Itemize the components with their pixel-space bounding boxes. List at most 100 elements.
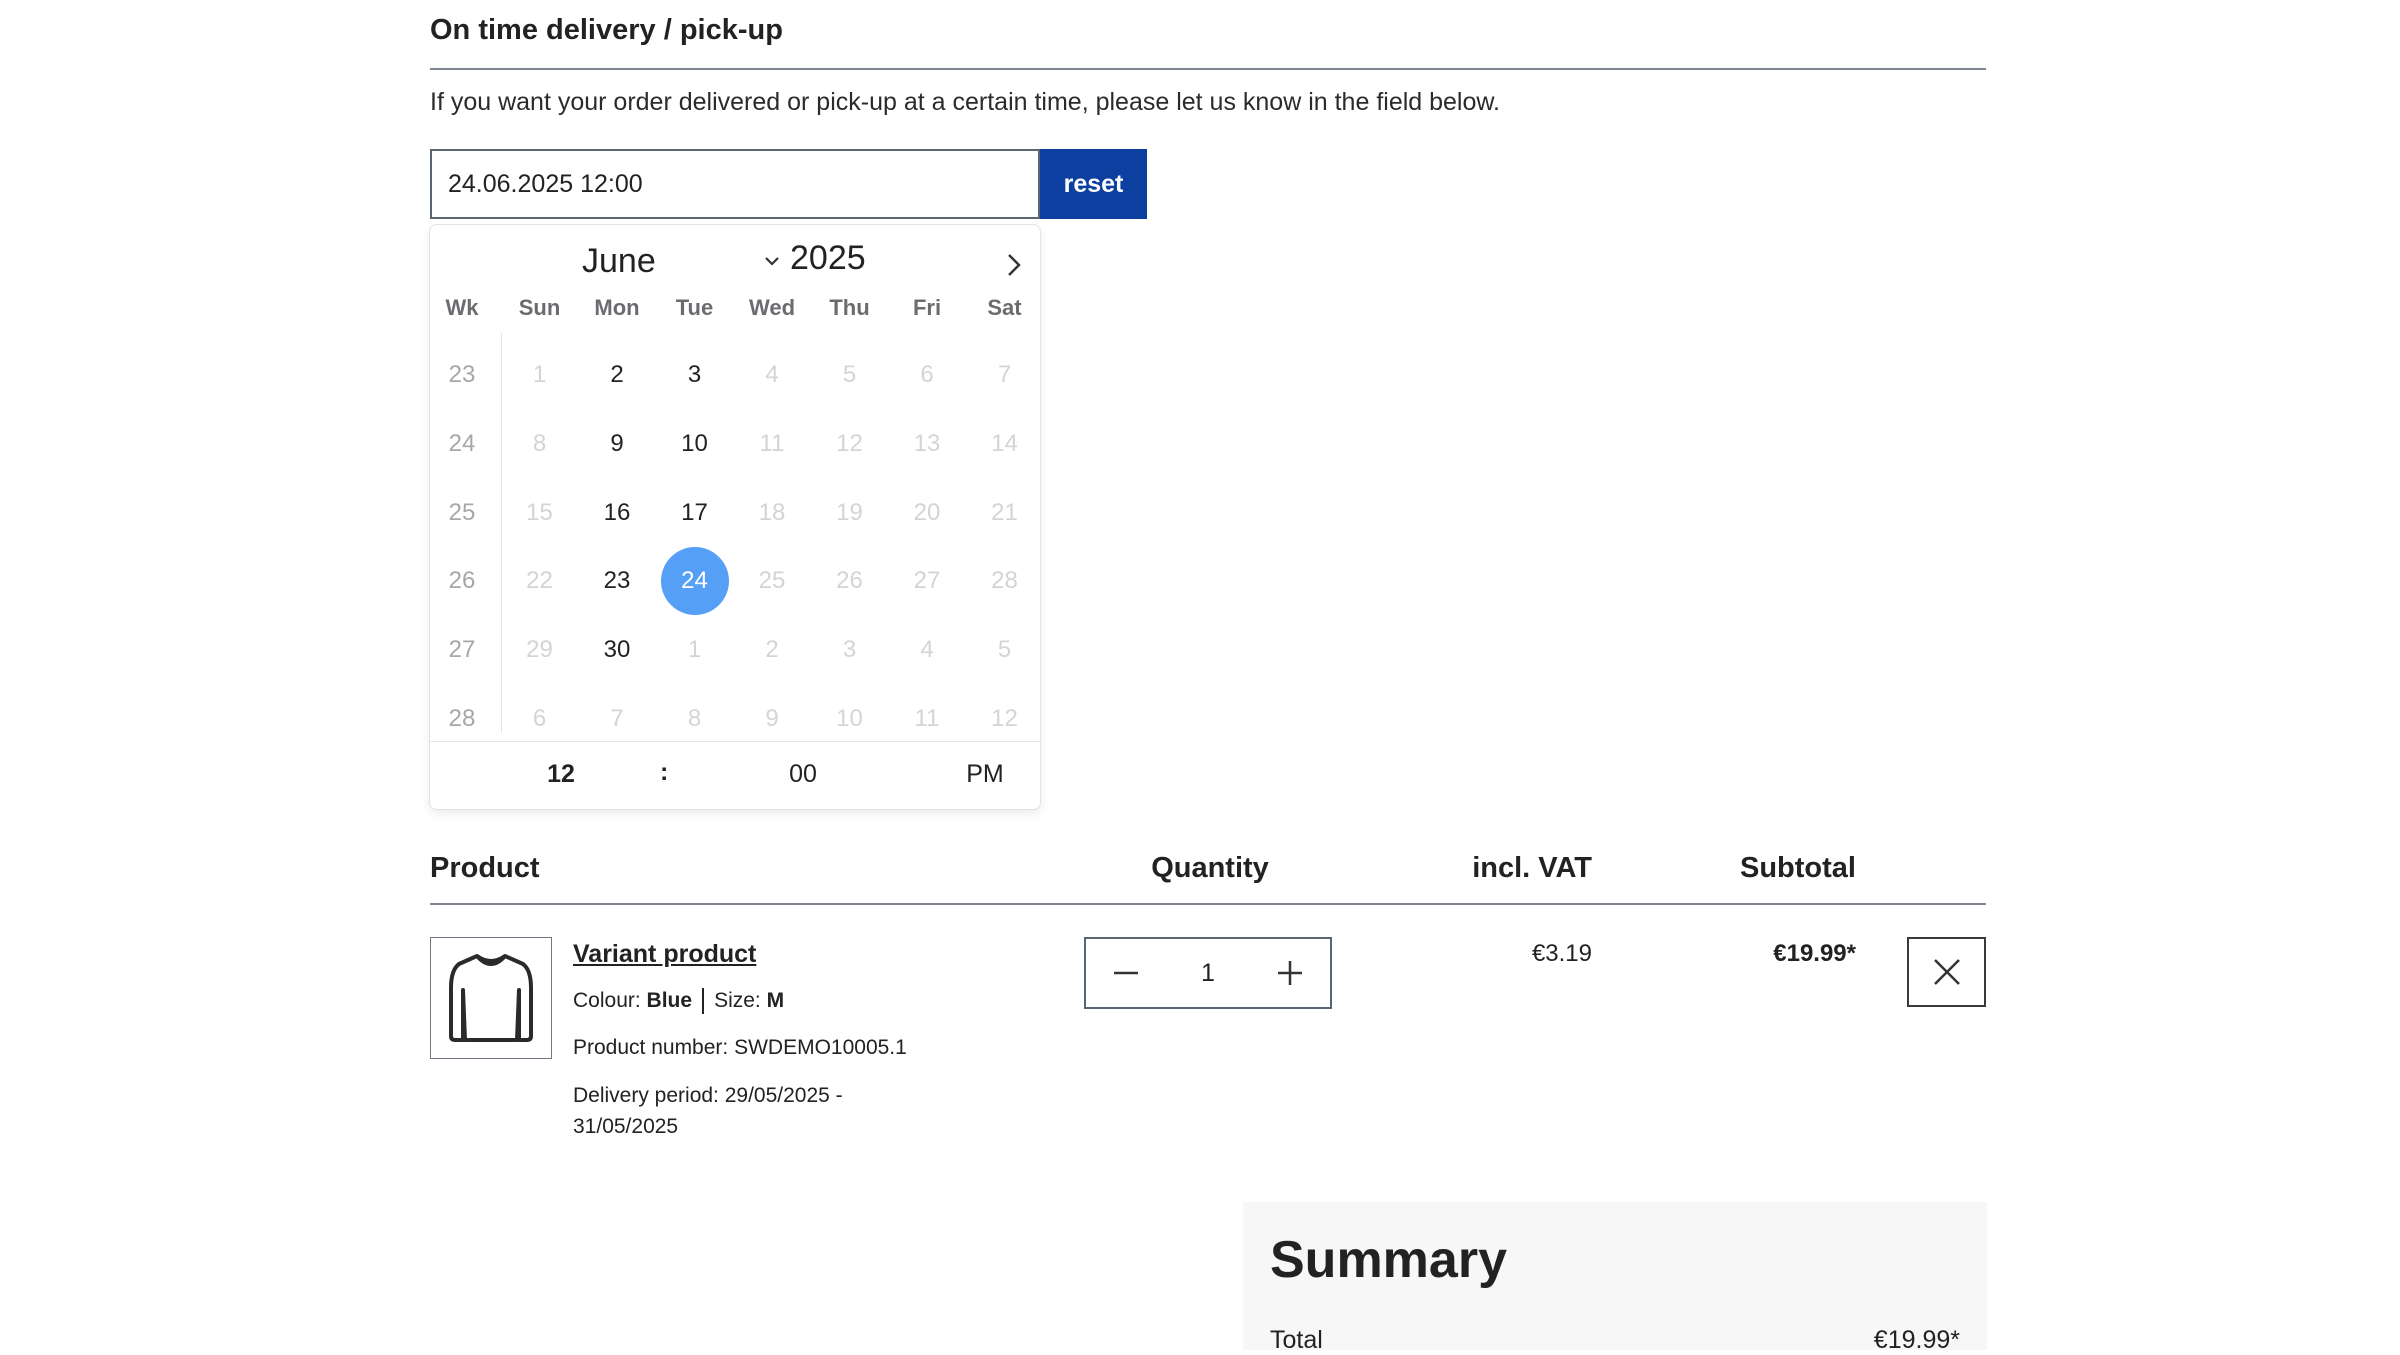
summary-panel: Summary Total €19.99* xyxy=(1243,1202,1987,1354)
week-number: 24 xyxy=(448,429,476,457)
plus-icon xyxy=(1278,961,1302,985)
calendar-day: 6 xyxy=(920,361,934,388)
weekday-header: Wed xyxy=(748,295,796,320)
calendar-day: 4 xyxy=(765,361,779,388)
time-separator: : xyxy=(660,758,669,786)
weekday-header: Sat xyxy=(987,295,1022,320)
week-number: 28 xyxy=(448,705,476,732)
weekday-header: Wk xyxy=(445,295,479,320)
calendar-day: 22 xyxy=(526,567,553,595)
calendar-day: 5 xyxy=(842,361,857,388)
remove-item-button[interactable] xyxy=(1907,937,1986,1007)
calendar-day: 3 xyxy=(842,636,857,664)
weekday-header: Tue xyxy=(675,295,714,320)
calendar-day: 27 xyxy=(913,567,941,595)
calendar-day[interactable]: 9 xyxy=(583,410,651,478)
minus-icon xyxy=(1114,971,1138,975)
calendar-day: 7 xyxy=(610,705,624,732)
weekday-header: Fri xyxy=(912,295,942,320)
calendar-day[interactable]: 10 xyxy=(661,410,729,478)
item-subtotal: €19.99* xyxy=(1773,940,1856,967)
quantity-stepper: 1 xyxy=(1084,937,1332,1009)
section-divider xyxy=(430,68,1986,70)
reset-button[interactable]: reset xyxy=(1040,149,1147,219)
time-divider xyxy=(430,741,1040,742)
calendar-day: 29 xyxy=(526,636,553,664)
calendar-day: 12 xyxy=(836,429,863,457)
calendar-day[interactable]: 3 xyxy=(661,341,729,409)
calendar-day: 12 xyxy=(991,705,1018,732)
size-value: M xyxy=(766,989,785,1012)
hour-input[interactable]: 12 xyxy=(526,760,596,789)
week-number: 23 xyxy=(448,361,476,388)
calendar-day: 2 xyxy=(765,636,779,664)
calendar-day: 8 xyxy=(532,429,547,457)
week-number: 25 xyxy=(448,498,476,526)
weekday-header: Mon xyxy=(594,295,640,320)
calendar-day: 25 xyxy=(758,567,786,595)
calendar-day: 10 xyxy=(836,705,863,732)
colour-label: Colour: xyxy=(573,989,641,1012)
product-image[interactable] xyxy=(430,937,552,1059)
calendar-day[interactable]: 16 xyxy=(583,479,651,547)
year-input[interactable]: 2025 xyxy=(790,239,866,278)
quantity-input[interactable]: 1 xyxy=(1201,959,1215,988)
delivery-date-input[interactable] xyxy=(430,149,1040,219)
product-attributes: Colour: Blue Size: M xyxy=(573,988,784,1014)
column-header-product: Product xyxy=(430,852,540,884)
ampm-toggle[interactable]: PM xyxy=(950,760,1020,789)
calendar-day: 9 xyxy=(765,705,779,732)
chevron-right-icon[interactable] xyxy=(994,245,1034,285)
section-description: If you want your order delivered or pick… xyxy=(430,88,1501,116)
size-label: Size: xyxy=(714,989,761,1012)
calendar-day: 26 xyxy=(836,567,863,595)
chevron-down-icon xyxy=(765,257,779,266)
column-header-subtotal: Subtotal xyxy=(1740,852,1856,884)
total-label: Total xyxy=(1270,1326,1323,1354)
calendar-day: 21 xyxy=(991,498,1018,526)
column-header-vat: incl. VAT xyxy=(1472,852,1592,884)
calendar-day[interactable]: 17 xyxy=(661,479,729,547)
calendar-day: 19 xyxy=(836,498,863,526)
attribute-separator xyxy=(702,988,705,1014)
calendar-day: 11 xyxy=(759,429,785,457)
section-title: On time delivery / pick-up xyxy=(430,14,783,46)
date-picker-calendar: June 2025 Wk Sun Mon Tue Wed Thu Fri Sat 23 1 2 3 4… xyxy=(429,224,1041,810)
product-number: Product number: SWDEMO10005.1 xyxy=(573,1036,907,1059)
item-vat: €3.19 xyxy=(1531,940,1592,967)
shirt-icon xyxy=(449,954,533,1042)
calendar-day: 6 xyxy=(532,705,547,732)
table-divider xyxy=(430,903,1986,905)
calendar-day-selected[interactable]: 24 xyxy=(660,547,729,616)
week-number: 27 xyxy=(448,636,476,664)
weekday-header: Sun xyxy=(518,295,561,320)
calendar-day: 8 xyxy=(687,705,702,732)
column-header-quantity: Quantity xyxy=(1151,852,1269,884)
week-number: 26 xyxy=(448,567,476,595)
decrease-quantity-button[interactable] xyxy=(1086,939,1166,1007)
product-name-link[interactable]: Variant product xyxy=(573,940,756,969)
calendar-day: 7 xyxy=(997,361,1012,388)
calendar-day: 1 xyxy=(532,361,547,388)
increase-quantity-button[interactable] xyxy=(1250,939,1330,1007)
month-label: June xyxy=(582,241,656,280)
calendar-day: 4 xyxy=(920,636,934,664)
calendar-day: 14 xyxy=(991,429,1018,457)
calendar-day[interactable]: 2 xyxy=(583,341,651,409)
calendar-day: 1 xyxy=(687,636,702,664)
calendar-day: 13 xyxy=(913,429,941,457)
minute-input[interactable]: 00 xyxy=(768,760,838,789)
summary-title: Summary xyxy=(1270,1231,1507,1289)
calendar-day: 11 xyxy=(914,705,940,732)
calendar-day: 5 xyxy=(997,636,1012,664)
weekday-header: Thu xyxy=(829,295,870,320)
calendar-day: 20 xyxy=(913,498,941,526)
calendar-day: 28 xyxy=(991,567,1018,595)
calendar-day[interactable]: 23 xyxy=(583,547,651,615)
calendar-day[interactable]: 30 xyxy=(583,616,651,684)
calendar-day: 18 xyxy=(758,498,786,526)
week-number-divider xyxy=(501,333,502,733)
month-select[interactable]: June xyxy=(582,239,779,283)
delivery-period: Delivery period: 29/05/2025 - 31/05/2025 xyxy=(573,1084,843,1138)
close-icon xyxy=(1933,959,1960,985)
